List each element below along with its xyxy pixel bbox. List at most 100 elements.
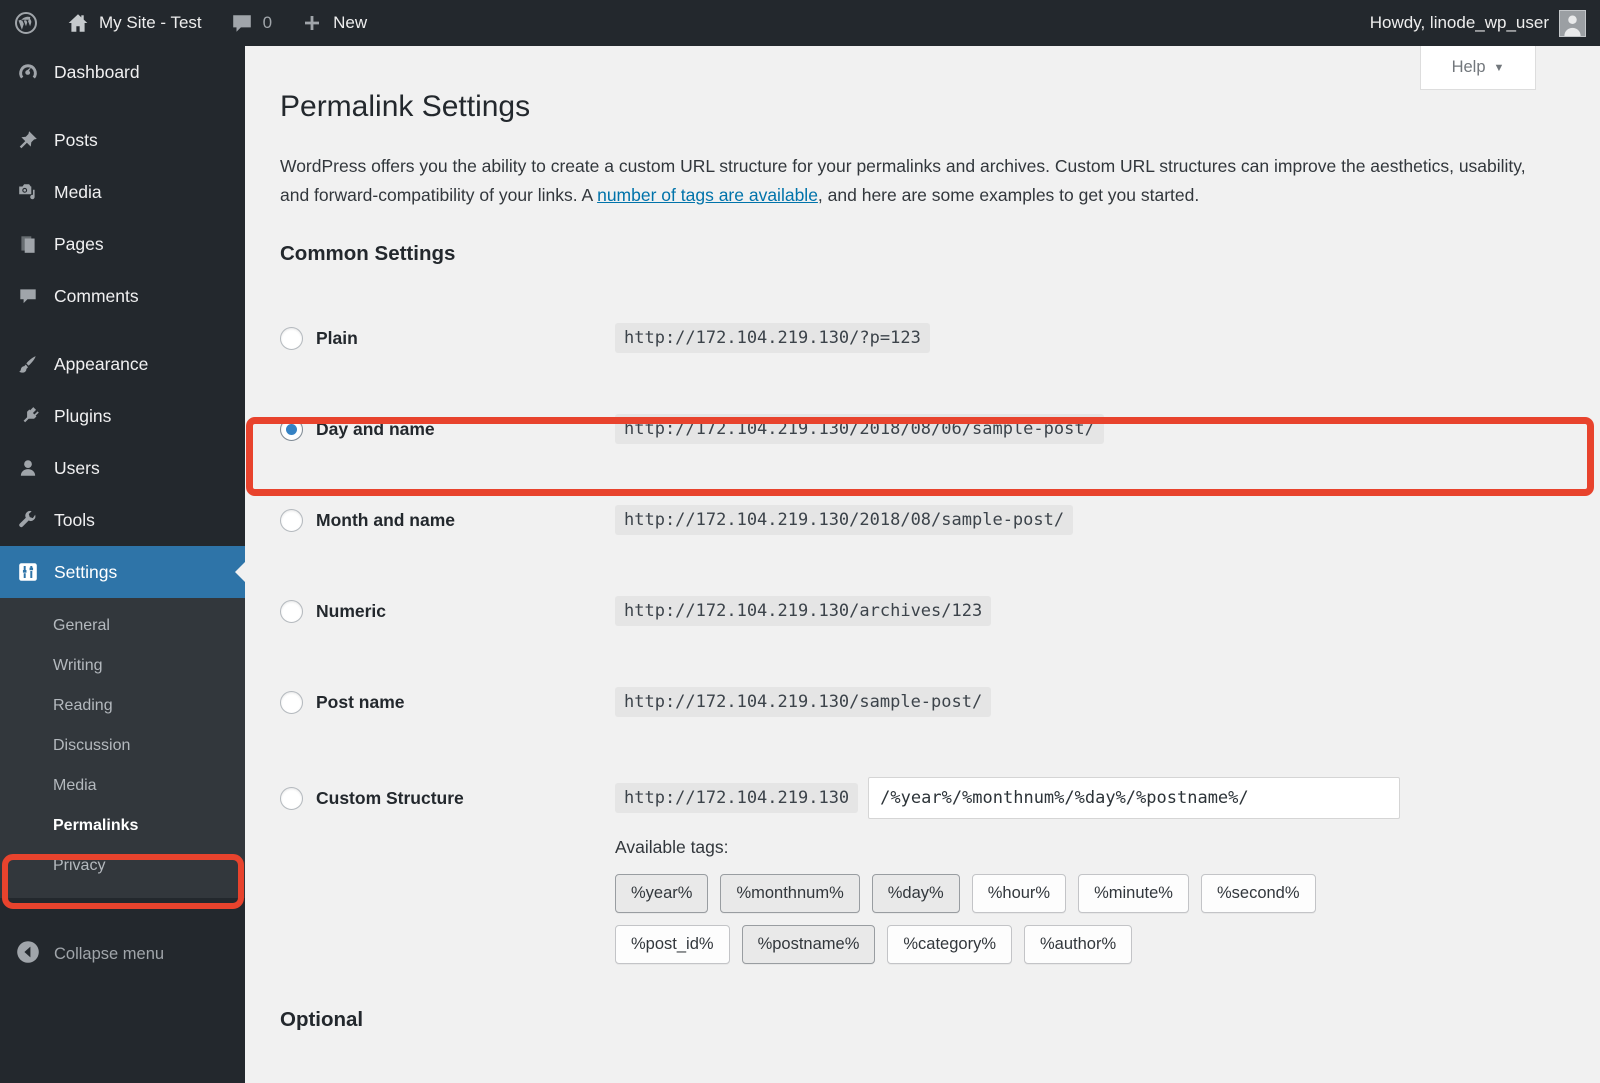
radio-custom-structure[interactable] xyxy=(280,786,303,810)
brush-icon xyxy=(16,352,40,376)
pages-icon xyxy=(16,232,40,256)
permalink-options: Plain http://172.104.219.130/?p=123 Day … xyxy=(280,322,1540,1032)
wrench-icon xyxy=(16,508,40,532)
tag-button-category[interactable]: %category% xyxy=(887,925,1013,964)
tag-button-list: %year% %monthnum% %day% %hour% %minute% … xyxy=(615,874,1435,964)
new-label: New xyxy=(333,13,368,32)
radio-numeric[interactable] xyxy=(280,599,303,623)
submenu-item-media[interactable]: Media xyxy=(0,766,245,806)
example-url: http://172.104.219.130/sample-post/ xyxy=(615,687,992,717)
page-title: Permalink Settings xyxy=(280,90,531,123)
sidebar-item-label: Pages xyxy=(54,233,104,254)
tag-button-hour[interactable]: %hour% xyxy=(971,874,1067,913)
sidebar-item-dashboard[interactable]: Dashboard xyxy=(0,46,245,98)
tag-button-author[interactable]: %author% xyxy=(1024,925,1133,964)
plug-icon xyxy=(16,404,40,428)
howdy-user[interactable]: Howdy, linode_wp_user xyxy=(1370,13,1549,33)
sidebar-item-label: Media xyxy=(54,181,102,202)
admin-sidebar: Dashboard Posts Media Pages Comments App… xyxy=(0,46,245,1083)
wordpress-logo-icon xyxy=(14,11,38,35)
option-label: Custom Structure xyxy=(316,787,464,808)
sidebar-item-label: Settings xyxy=(54,561,118,582)
option-label: Numeric xyxy=(316,600,387,621)
sidebar-item-users[interactable]: Users xyxy=(0,442,245,494)
active-menu-arrow xyxy=(235,562,245,582)
submenu-item-general[interactable]: General xyxy=(0,606,245,646)
sidebar-item-pages[interactable]: Pages xyxy=(0,218,245,270)
option-row-month-and-name: Month and name http://172.104.219.130/20… xyxy=(280,504,1540,536)
custom-url-prefix: http://172.104.219.130 xyxy=(615,783,859,813)
comments-icon xyxy=(16,284,40,308)
option-row-plain: Plain http://172.104.219.130/?p=123 xyxy=(280,322,1540,354)
radio-post-name[interactable] xyxy=(280,690,303,714)
option-label: Post name xyxy=(316,691,405,712)
plus-icon xyxy=(300,11,324,35)
option-row-custom-structure: Custom Structure http://172.104.219.130 xyxy=(280,777,1540,819)
submenu-item-writing[interactable]: Writing xyxy=(0,646,245,686)
comments-shortcut[interactable]: 0 xyxy=(216,0,286,46)
example-url: http://172.104.219.130/archives/123 xyxy=(615,596,992,626)
tag-button-postname[interactable]: %postname% xyxy=(741,925,876,964)
tag-button-day[interactable]: %day% xyxy=(871,874,960,913)
dashboard-icon xyxy=(16,60,40,84)
sidebar-item-tools[interactable]: Tools xyxy=(0,494,245,546)
sidebar-item-posts[interactable]: Posts xyxy=(0,114,245,166)
sidebar-item-label: Users xyxy=(54,457,100,478)
sidebar-item-label: Plugins xyxy=(54,405,112,426)
option-label: Month and name xyxy=(316,509,456,530)
sidebar-item-label: Dashboard xyxy=(54,61,140,82)
optional-heading: Optional xyxy=(280,1008,364,1031)
menu-separator xyxy=(0,322,245,338)
settings-sliders-icon xyxy=(16,560,40,584)
sidebar-item-plugins[interactable]: Plugins xyxy=(0,390,245,442)
chevron-down-icon: ▼ xyxy=(1493,61,1505,74)
sidebar-item-comments[interactable]: Comments xyxy=(0,270,245,322)
help-label: Help xyxy=(1451,58,1486,76)
example-url: http://172.104.219.130/?p=123 xyxy=(615,323,930,353)
option-row-day-and-name: Day and name http://172.104.219.130/2018… xyxy=(280,413,1540,445)
tag-button-minute[interactable]: %minute% xyxy=(1078,874,1189,913)
intro-paragraph: WordPress offers you the ability to crea… xyxy=(280,152,1540,210)
option-row-numeric: Numeric http://172.104.219.130/archives/… xyxy=(280,595,1540,627)
sidebar-item-label: Comments xyxy=(54,285,139,306)
home-icon xyxy=(66,11,90,35)
submenu-item-permalinks[interactable]: Permalinks xyxy=(0,806,245,846)
tag-button-monthnum[interactable]: %monthnum% xyxy=(720,874,860,913)
new-content-menu[interactable]: New xyxy=(286,0,381,46)
tag-button-post-id[interactable]: %post_id% xyxy=(615,925,730,964)
sidebar-item-label: Posts xyxy=(54,129,98,150)
radio-plain[interactable] xyxy=(280,326,303,350)
sidebar-item-settings[interactable]: Settings xyxy=(0,546,245,598)
visit-site-link[interactable]: My Site - Test xyxy=(52,0,216,46)
avatar[interactable] xyxy=(1559,9,1586,37)
menu-separator xyxy=(0,98,245,114)
available-tags-label: Available tags: xyxy=(615,837,729,857)
example-url: http://172.104.219.130/2018/08/sample-po… xyxy=(615,505,1074,535)
media-icon xyxy=(16,180,40,204)
option-label: Plain xyxy=(316,327,358,348)
submenu-item-discussion[interactable]: Discussion xyxy=(0,726,245,766)
custom-structure-input[interactable] xyxy=(868,777,1401,819)
option-label: Day and name xyxy=(316,418,435,439)
submenu-item-reading[interactable]: Reading xyxy=(0,686,245,726)
option-row-post-name: Post name http://172.104.219.130/sample-… xyxy=(280,686,1540,718)
settings-submenu: General Writing Reading Discussion Media… xyxy=(0,598,245,898)
sidebar-item-label: Appearance xyxy=(54,353,149,374)
site-name: My Site - Test xyxy=(99,13,202,32)
sidebar-item-appearance[interactable]: Appearance xyxy=(0,338,245,390)
help-dropdown[interactable]: Help ▼ xyxy=(1420,46,1536,90)
admin-bar: My Site - Test 0 New Howdy, linode_wp_us… xyxy=(0,0,1600,46)
tag-button-year[interactable]: %year% xyxy=(615,874,709,913)
collapse-menu-label: Collapse menu xyxy=(54,945,165,963)
comments-count: 0 xyxy=(262,13,273,32)
tag-button-second[interactable]: %second% xyxy=(1200,874,1316,913)
radio-month-and-name[interactable] xyxy=(280,508,303,532)
common-settings-heading: Common Settings xyxy=(280,242,456,265)
collapse-menu-button[interactable]: Collapse menu xyxy=(0,924,245,985)
submenu-item-privacy[interactable]: Privacy xyxy=(0,846,245,886)
tags-available-link[interactable]: number of tags are available xyxy=(597,185,818,205)
radio-day-and-name[interactable] xyxy=(280,417,303,441)
wordpress-logo-menu[interactable] xyxy=(0,0,52,46)
sidebar-item-media[interactable]: Media xyxy=(0,166,245,218)
available-tags-section: Available tags: %year% %monthnum% %day% … xyxy=(615,837,1540,964)
